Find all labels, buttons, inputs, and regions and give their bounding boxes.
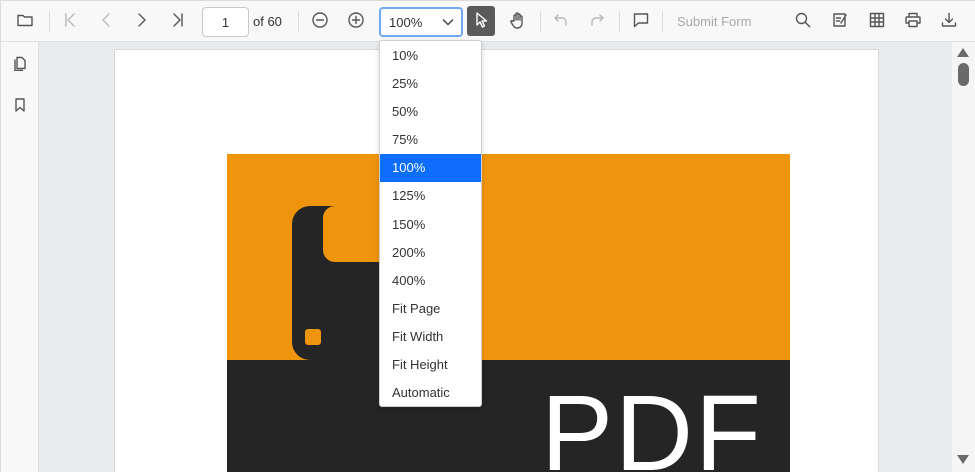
separator: [298, 11, 299, 32]
download-button[interactable]: [934, 6, 964, 36]
scroll-up-arrow[interactable]: [957, 48, 969, 57]
zoom-dropdown: 10% 25% 50% 75% 100% 125% 150% 200% 400%…: [379, 40, 482, 407]
last-page-icon: [169, 11, 187, 32]
separator: [662, 11, 663, 32]
separator: [619, 11, 620, 32]
search-button[interactable]: [788, 6, 818, 36]
open-file-icon: [16, 11, 34, 32]
navigation-pane: [1, 42, 39, 472]
print-icon: [904, 11, 922, 32]
annotation-icon: [831, 11, 849, 32]
zoom-in-icon: [347, 11, 365, 32]
zoom-option-50[interactable]: 50%: [380, 98, 481, 126]
first-page-icon: [61, 11, 79, 32]
form-designer-button[interactable]: [862, 6, 892, 36]
zoom-option-150[interactable]: 150%: [380, 211, 481, 239]
scroll-down-arrow[interactable]: [957, 455, 969, 464]
selection-tool-icon: [472, 11, 490, 32]
zoom-out-icon: [311, 11, 329, 32]
next-page-button[interactable]: [127, 6, 157, 36]
document-viewer[interactable]: PDF: [39, 42, 952, 472]
page-number-input[interactable]: [202, 7, 249, 37]
previous-page-icon: [97, 11, 115, 32]
zoom-select[interactable]: 100%: [379, 7, 463, 37]
selection-tool-button[interactable]: [467, 6, 495, 36]
submit-form-button[interactable]: Submit Form: [677, 14, 751, 29]
comment-icon: [632, 11, 650, 32]
zoom-option-400[interactable]: 400%: [380, 267, 481, 295]
redo-icon: [588, 11, 606, 32]
last-page-button[interactable]: [163, 6, 193, 36]
zoom-option-100[interactable]: 100%: [380, 154, 481, 183]
zoom-option-25[interactable]: 25%: [380, 70, 481, 98]
zoom-option-200[interactable]: 200%: [380, 239, 481, 267]
page-thumbnails-icon: [12, 55, 28, 74]
pan-tool-button[interactable]: [503, 6, 533, 36]
undo-icon: [552, 11, 570, 32]
annotation-button[interactable]: [825, 6, 855, 36]
first-page-button[interactable]: [55, 6, 85, 36]
scroll-thumb[interactable]: [958, 63, 969, 86]
cover-pdf-text: PDF: [541, 372, 763, 472]
separator: [49, 11, 50, 32]
open-file-button[interactable]: [10, 6, 40, 36]
zoom-option-automatic[interactable]: Automatic: [380, 379, 481, 407]
pan-tool-icon: [509, 11, 527, 32]
vertical-scrollbar[interactable]: [952, 42, 975, 472]
print-button[interactable]: [898, 6, 928, 36]
previous-page-button[interactable]: [91, 6, 121, 36]
page-thumbnails-button[interactable]: [5, 49, 35, 79]
document-shape-dot: [305, 329, 321, 345]
zoom-option-fit-height[interactable]: Fit Height: [380, 351, 481, 379]
cover-image: PDF: [227, 154, 790, 472]
bookmarks-button[interactable]: [5, 91, 35, 121]
zoom-value: 100%: [389, 15, 423, 30]
separator: [540, 11, 541, 32]
next-page-icon: [133, 11, 151, 32]
pdf-viewer: of 60 100%: [0, 0, 975, 472]
zoom-out-button[interactable]: [305, 6, 335, 36]
page-count-label: of 60: [253, 14, 282, 29]
zoom-in-button[interactable]: [341, 6, 371, 36]
zoom-option-10[interactable]: 10%: [380, 42, 481, 70]
zoom-option-75[interactable]: 75%: [380, 126, 481, 154]
comment-button[interactable]: [626, 6, 656, 36]
redo-button[interactable]: [582, 6, 612, 36]
zoom-option-fit-page[interactable]: Fit Page: [380, 295, 481, 323]
pdf-page: PDF: [114, 49, 879, 472]
search-icon: [794, 11, 812, 32]
toolbar: of 60 100%: [1, 1, 975, 42]
undo-button[interactable]: [546, 6, 576, 36]
chevron-down-icon: [441, 15, 455, 29]
zoom-option-125[interactable]: 125%: [380, 182, 481, 210]
form-designer-icon: [868, 11, 886, 32]
bookmark-icon: [12, 97, 28, 116]
download-icon: [940, 11, 958, 32]
zoom-option-fit-width[interactable]: Fit Width: [380, 323, 481, 351]
